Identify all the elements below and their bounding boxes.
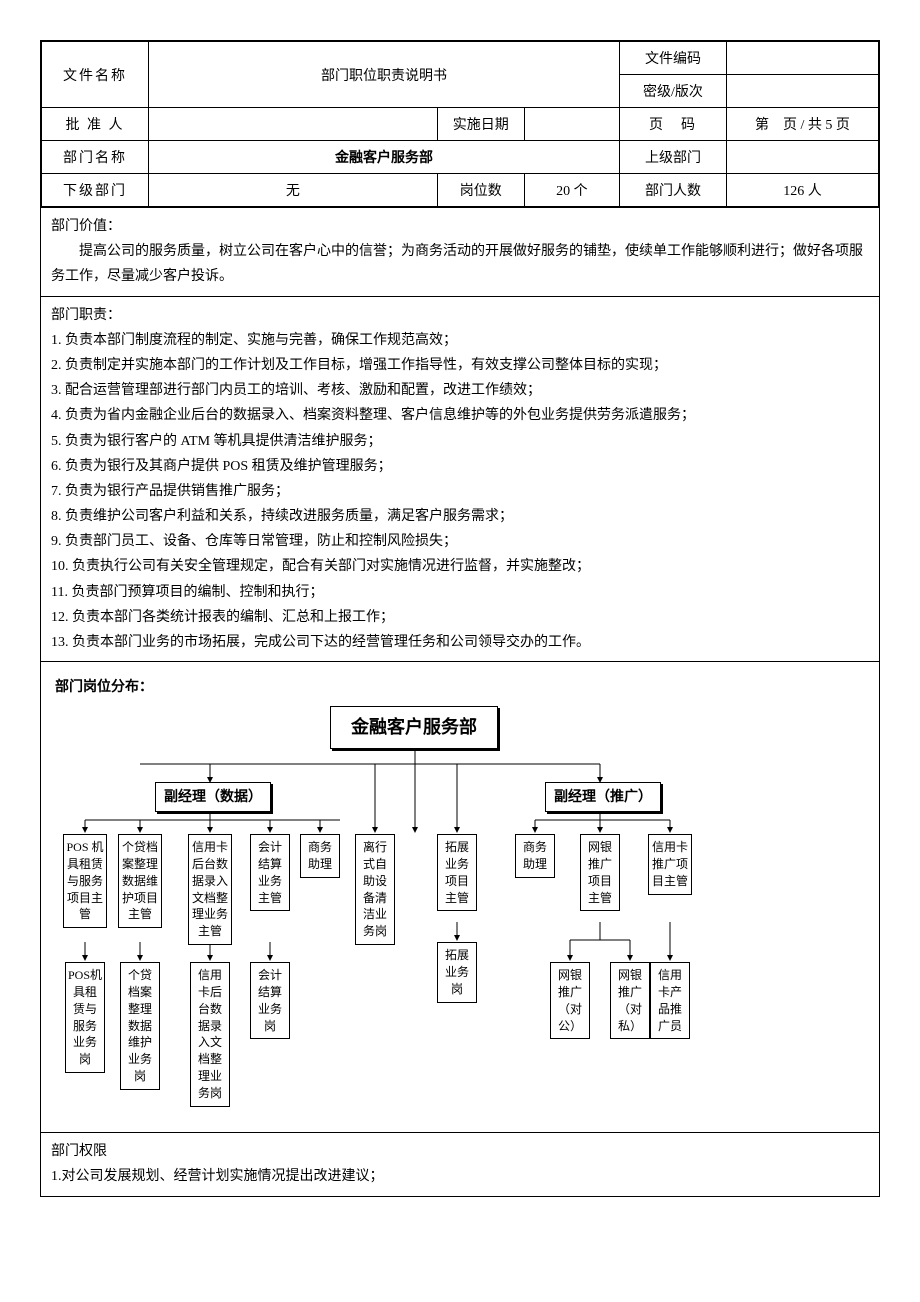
org-left-sub-2: 信用卡后台数据录入文档整理业务岗 <box>190 962 230 1106</box>
page-value: 第 页 / 共 5 页 <box>727 108 879 141</box>
duties-list: 1. 负责本部门制度流程的制定、实施与完善，确保工作规范高效； 2. 负责制定并… <box>51 328 869 655</box>
org-mid-sub: 拓展业务岗 <box>437 942 477 1002</box>
impl-date-label: 实施日期 <box>437 108 524 141</box>
org-chart-title: 部门岗位分布： <box>45 672 875 702</box>
org-left-col-0: POS 机具租赁与服务项目主管 <box>63 834 107 928</box>
duty-item: 5. 负责为银行客户的 ATM 等机具提供清洁维护服务； <box>51 429 869 454</box>
positions-value: 20 个 <box>524 174 619 207</box>
duty-item: 11. 负责部门预算项目的编制、控制和执行； <box>51 580 869 605</box>
org-chart: 金融客户服务部 副经理（数据） 副经理（推广） POS 机具租赁与服务项目主管 … <box>45 702 875 1122</box>
document-frame: 文件名称 部门职位职责说明书 文件编码 密级/版次 批 准 人 实施日期 页 码… <box>40 40 880 1197</box>
secrecy-value <box>727 75 879 108</box>
duty-item: 9. 负责部门员工、设备、仓库等日常管理，防止和控制风险损失； <box>51 529 869 554</box>
org-left-col-5: 离行式自助设备清洁业务岗 <box>355 834 395 945</box>
file-code-label: 文件编码 <box>620 42 727 75</box>
org-mgr-right: 副经理（推广） <box>545 782 661 812</box>
duty-item: 13. 负责本部门业务的市场拓展，完成公司下达的经营管理任务和公司领导交办的工作… <box>51 630 869 655</box>
parent-dept-label: 上级部门 <box>620 141 727 174</box>
duty-item: 12. 负责本部门各类统计报表的编制、汇总和上报工作； <box>51 605 869 630</box>
org-root: 金融客户服务部 <box>330 706 498 749</box>
org-left-sub-3: 会计结算业务岗 <box>250 962 290 1039</box>
duty-item: 1. 负责本部门制度流程的制定、实施与完善，确保工作规范高效； <box>51 328 869 353</box>
page-label: 页 码 <box>620 108 727 141</box>
org-right-col-0: 商务助理 <box>515 834 555 878</box>
headcount-value: 126 人 <box>727 174 879 207</box>
org-chart-lines <box>45 702 875 1122</box>
secrecy-label: 密级/版次 <box>620 75 727 108</box>
sub-dept-label: 下级部门 <box>42 174 149 207</box>
positions-label: 岗位数 <box>437 174 524 207</box>
file-code-value <box>727 42 879 75</box>
org-left-col-2: 信用卡后台数据录入文档整理业务主管 <box>188 834 232 945</box>
value-title: 部门价值： <box>51 214 869 239</box>
org-mid-col: 拓展业务项目主管 <box>437 834 477 911</box>
sub-dept-value: 无 <box>149 174 438 207</box>
duty-item: 3. 配合运营管理部进行部门内员工的培训、考核、激励和配置，改进工作绩效； <box>51 378 869 403</box>
file-name-value: 部门职位职责说明书 <box>149 42 620 108</box>
impl-date-value <box>524 108 619 141</box>
org-right-sub-1: 网银推广（对私） <box>610 962 650 1039</box>
header-table: 文件名称 部门职位职责说明书 文件编码 密级/版次 批 准 人 实施日期 页 码… <box>41 41 879 207</box>
org-right-sub-2: 信用卡产品推广员 <box>650 962 690 1039</box>
headcount-label: 部门人数 <box>620 174 727 207</box>
org-mgr-left: 副经理（数据） <box>155 782 271 812</box>
duty-item: 7. 负责为银行产品提供销售推广服务； <box>51 479 869 504</box>
org-chart-section: 部门岗位分布： <box>41 661 879 1132</box>
org-left-col-3: 会计结算业务主管 <box>250 834 290 911</box>
duty-item: 8. 负责维护公司客户利益和关系，持续改进服务质量，满足客户服务需求； <box>51 504 869 529</box>
duty-item: 4. 负责为省内金融企业后台的数据录入、档案资料整理、客户信息维护等的外包业务提… <box>51 403 869 428</box>
authority-title: 部门权限 <box>51 1144 107 1159</box>
org-left-sub-0: POS机具租赁与服务业务岗 <box>65 962 105 1073</box>
approver-label: 批 准 人 <box>42 108 149 141</box>
org-right-sub-0: 网银推广（对公） <box>550 962 590 1039</box>
org-left-col-1: 个贷档案整理数据维护项目主管 <box>118 834 162 928</box>
value-body: 提高公司的服务质量，树立公司在客户心中的信誉；为商务活动的开展做好服务的铺垫，使… <box>51 239 869 289</box>
value-section: 部门价值： 提高公司的服务质量，树立公司在客户心中的信誉；为商务活动的开展做好服… <box>41 207 879 296</box>
duties-section: 部门职责： 1. 负责本部门制度流程的制定、实施与完善，确保工作规范高效； 2.… <box>41 296 879 662</box>
org-left-sub-1: 个贷档案整理数据维护业务岗 <box>120 962 160 1090</box>
authority-item: 1.对公司发展规划、经营计划实施情况提出改进建议； <box>51 1169 384 1184</box>
authority-section: 部门权限 1.对公司发展规划、经营计划实施情况提出改进建议； <box>41 1132 879 1195</box>
duty-item: 6. 负责为银行及其商户提供 POS 租赁及维护管理服务； <box>51 454 869 479</box>
approver-value <box>149 108 438 141</box>
duty-item: 2. 负责制定并实施本部门的工作计划及工作目标，增强工作指导性，有效支撑公司整体… <box>51 353 869 378</box>
dept-name-label: 部门名称 <box>42 141 149 174</box>
org-right-col-1: 网银推广项目主管 <box>580 834 620 911</box>
parent-dept-value <box>727 141 879 174</box>
org-right-col-2: 信用卡推广项目主管 <box>648 834 692 894</box>
org-left-col-4: 商务助理 <box>300 834 340 878</box>
duty-item: 10. 负责执行公司有关安全管理规定，配合有关部门对实施情况进行监督，并实施整改… <box>51 554 869 579</box>
file-name-label: 文件名称 <box>42 42 149 108</box>
dept-name-value: 金融客户服务部 <box>149 141 620 174</box>
duties-title: 部门职责： <box>51 303 869 328</box>
